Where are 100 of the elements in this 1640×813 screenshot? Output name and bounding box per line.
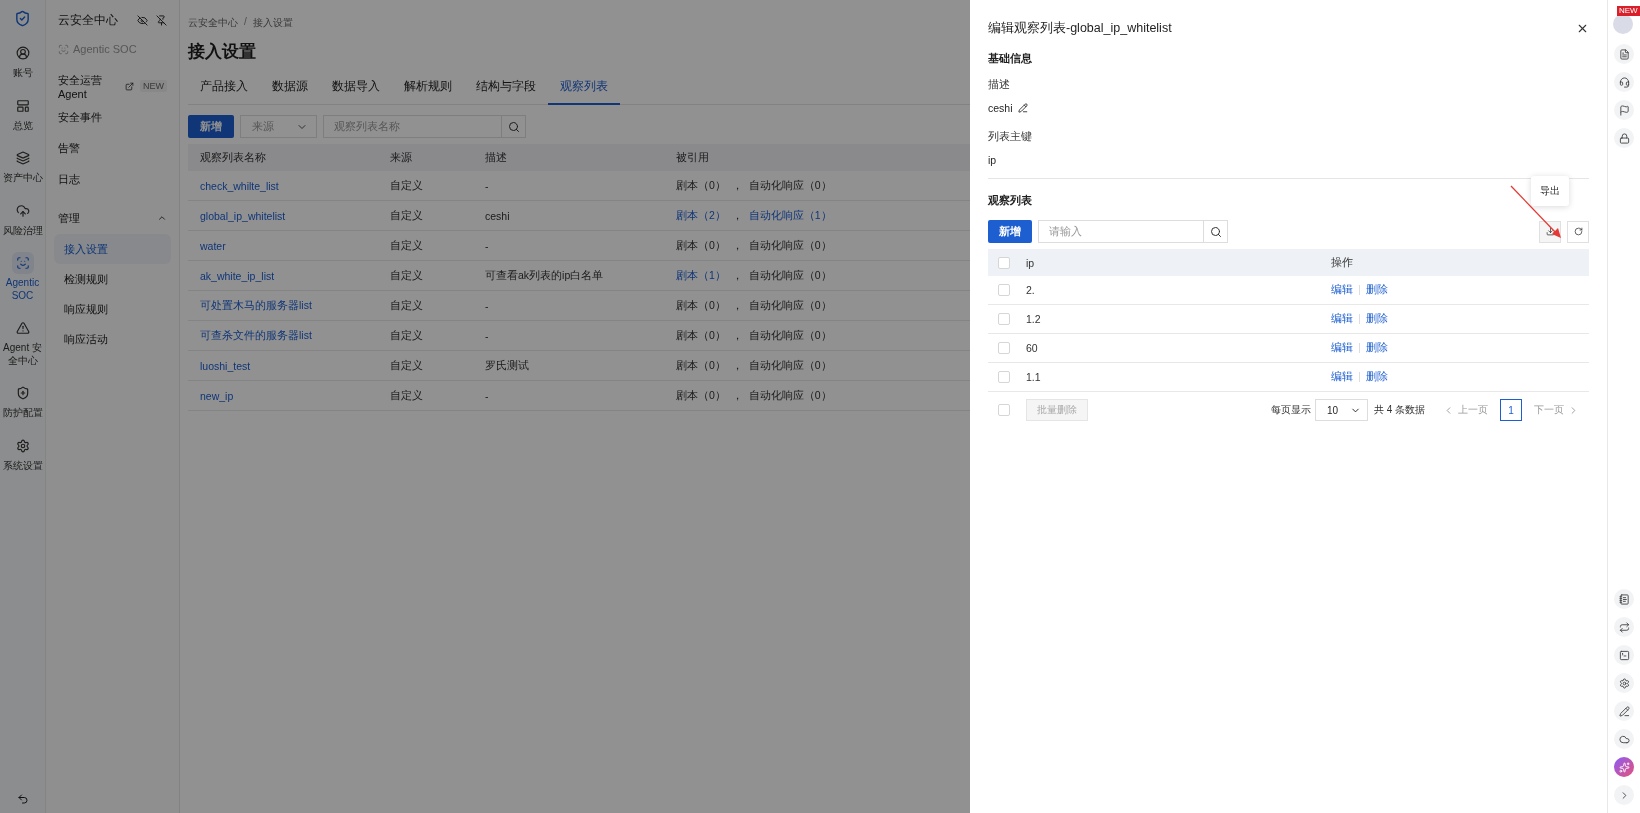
- lock-icon[interactable]: [1618, 132, 1630, 144]
- terminal-icon[interactable]: [1618, 649, 1630, 661]
- rail-item[interactable]: Agent 安全中心: [0, 312, 45, 373]
- script-ref[interactable]: 剧本（2）: [676, 208, 726, 223]
- edit-link[interactable]: 编辑: [1331, 341, 1353, 355]
- close-button[interactable]: [1576, 22, 1589, 35]
- auto-response-ref: 自动化响应（0）: [748, 298, 832, 313]
- nav-item[interactable]: 告警: [54, 133, 171, 163]
- edit-link[interactable]: 编辑: [1331, 370, 1353, 384]
- layout-icon: [15, 98, 30, 113]
- swap-icon[interactable]: [1618, 621, 1630, 633]
- back-icon[interactable]: [16, 793, 29, 805]
- nav-title: 云安全中心: [58, 12, 118, 29]
- list-name-link[interactable]: ak_white_ip_list: [200, 269, 275, 282]
- add-button[interactable]: 新增: [988, 220, 1032, 243]
- nav-item[interactable]: 安全运营 Agent NEW: [54, 71, 171, 101]
- total-count: 共 4 条数据: [1373, 403, 1425, 417]
- auto-response-ref: 自动化响应（0）: [748, 178, 832, 193]
- checkbox[interactable]: [998, 284, 1010, 296]
- tab[interactable]: 数据源: [260, 79, 320, 105]
- delete-link[interactable]: 删除: [1366, 370, 1388, 384]
- separator-text: ，: [731, 298, 743, 313]
- auto-response-ref: 自动化响应（0）: [748, 388, 832, 403]
- nav-subitem[interactable]: 响应活动: [54, 324, 171, 354]
- settings-icon[interactable]: [1618, 677, 1630, 689]
- list-name-link[interactable]: luoshi_test: [200, 359, 251, 372]
- checkbox[interactable]: [998, 404, 1010, 416]
- list-name-link[interactable]: 可查杀文件的服务器list: [200, 328, 312, 343]
- rail-item[interactable]: 账号: [0, 37, 45, 86]
- search-field[interactable]: 请输入: [1038, 220, 1228, 243]
- list-name-link[interactable]: global_ip_whitelist: [200, 209, 286, 222]
- page-size-select[interactable]: 10: [1314, 399, 1368, 421]
- nav-item[interactable]: 管理: [54, 203, 171, 233]
- page-number[interactable]: 1: [1500, 399, 1522, 421]
- auto-response-ref: 自动化响应（0）: [748, 268, 832, 283]
- cloud-icon[interactable]: [1618, 733, 1630, 745]
- list-name-link[interactable]: 可处置木马的服务器list: [200, 298, 312, 313]
- download-icon: [1545, 227, 1555, 236]
- delete-link[interactable]: 删除: [1366, 341, 1388, 355]
- list-name-link[interactable]: check_whilte_list: [200, 179, 279, 192]
- table-cell: 自定义: [390, 268, 423, 283]
- new-badge: NEW: [140, 80, 167, 92]
- assistant-logo-icon[interactable]: [1614, 757, 1634, 777]
- tab[interactable]: 产品接入: [188, 79, 260, 105]
- checkbox[interactable]: [998, 342, 1010, 354]
- avatar-icon[interactable]: [1613, 14, 1633, 34]
- nav-item[interactable]: 日志: [54, 164, 171, 194]
- nav-subitem[interactable]: 接入设置: [54, 234, 171, 264]
- list-name-link[interactable]: new_ip: [200, 389, 234, 402]
- pen-icon[interactable]: [1618, 705, 1630, 717]
- field-label: 描述: [988, 78, 1011, 92]
- column-header: 描述: [485, 150, 507, 165]
- unpin-icon[interactable]: [156, 15, 167, 26]
- nav-subitem[interactable]: 检测规则: [54, 264, 171, 294]
- checkbox[interactable]: [998, 256, 1010, 269]
- list-name-link[interactable]: water: [200, 239, 226, 252]
- checkbox[interactable]: [998, 371, 1010, 383]
- delete-link[interactable]: 删除: [1366, 283, 1388, 297]
- rail-item[interactable]: 风险治理: [0, 194, 45, 243]
- edit-icon[interactable]: [1017, 103, 1028, 113]
- nav-subitem[interactable]: 响应规则: [54, 294, 171, 324]
- add-button[interactable]: 新增: [188, 115, 234, 138]
- rail-item[interactable]: 防护配置: [0, 377, 45, 426]
- rail-item[interactable]: 系统设置: [0, 429, 45, 478]
- table-cell: -: [485, 239, 489, 252]
- nav-item[interactable]: 安全事件: [54, 102, 171, 132]
- tab[interactable]: 结构与字段: [464, 79, 548, 105]
- table-cell: 自定义: [390, 388, 423, 403]
- rail-item[interactable]: 总览: [0, 89, 45, 138]
- page-size-label: 每页显示: [1270, 403, 1311, 417]
- auto-response-ref[interactable]: 自动化响应（1）: [748, 208, 832, 223]
- hide-icon[interactable]: [137, 15, 148, 26]
- tab[interactable]: 解析规则: [392, 79, 464, 105]
- script-ref: 剧本（0）: [676, 358, 726, 373]
- delete-link[interactable]: 删除: [1366, 312, 1388, 326]
- column-header: 操作: [1331, 255, 1353, 270]
- breadcrumb-link[interactable]: 接入设置: [252, 16, 293, 30]
- search-icon[interactable]: [507, 120, 520, 133]
- search-icon[interactable]: [1209, 225, 1222, 238]
- rail-item[interactable]: 资产中心: [0, 142, 45, 191]
- script-ref: 剧本（0）: [676, 388, 726, 403]
- refresh-button[interactable]: [1567, 220, 1589, 243]
- edit-link[interactable]: 编辑: [1331, 312, 1353, 326]
- notes-icon[interactable]: [1618, 593, 1630, 605]
- checkbox[interactable]: [998, 313, 1010, 325]
- script-ref[interactable]: 剧本（1）: [676, 268, 726, 283]
- auto-response-ref: 自动化响应（0）: [748, 358, 832, 373]
- flag-icon[interactable]: [1618, 104, 1630, 116]
- tab[interactable]: 观察列表: [548, 79, 620, 105]
- rail-item[interactable]: Agentic SOC: [0, 247, 45, 308]
- document-icon[interactable]: [1618, 48, 1630, 60]
- layers-icon: [15, 151, 30, 165]
- settings-icon: [15, 438, 30, 453]
- column-header: 被引用: [676, 150, 709, 165]
- headset-icon[interactable]: [1618, 76, 1630, 88]
- tab[interactable]: 数据导入: [320, 79, 392, 105]
- breadcrumb-link[interactable]: 云安全中心: [188, 16, 238, 30]
- separator-text: ，: [731, 388, 743, 403]
- edit-link[interactable]: 编辑: [1331, 283, 1353, 297]
- user-icon: [15, 46, 30, 60]
